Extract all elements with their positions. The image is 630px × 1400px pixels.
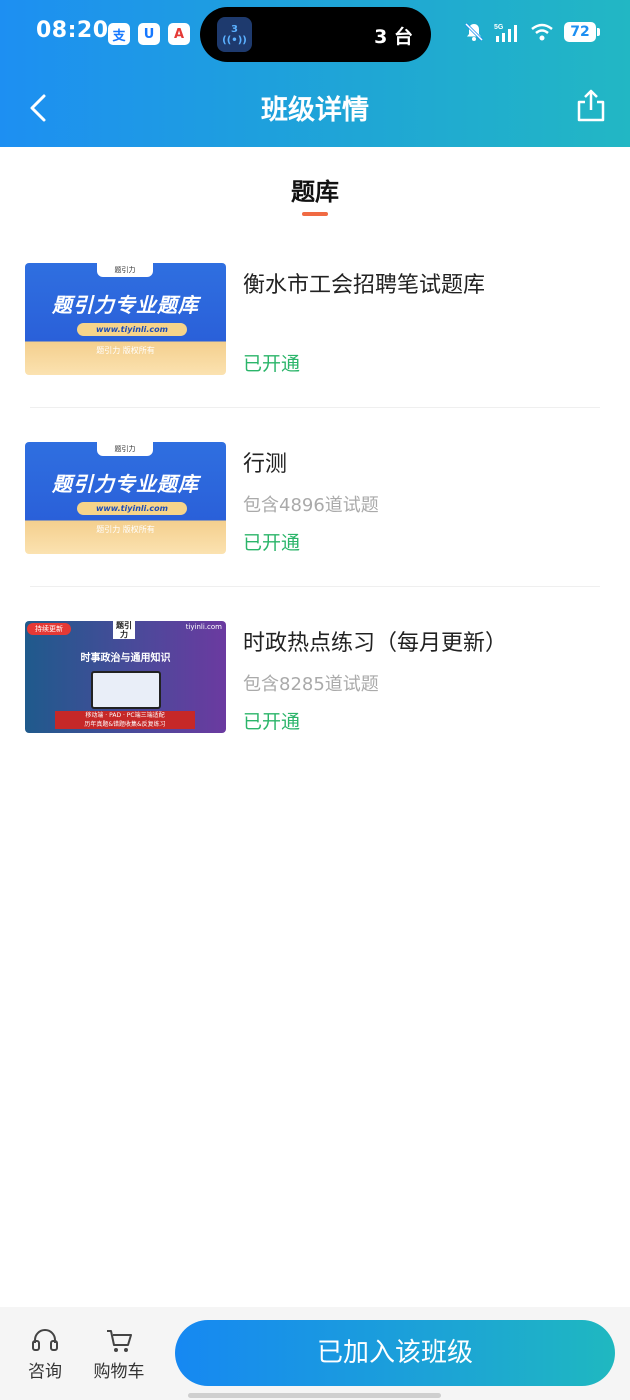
section-title[interactable]: 题库 [0, 172, 630, 207]
list-item[interactable]: 题引力 题引力专业题库 www.tiyinli.com 题引力 版权所有 行测 … [0, 408, 630, 587]
dynamic-island[interactable]: 3 ((•)) 3 台 [200, 7, 431, 62]
item-status: 已开通 [243, 711, 301, 733]
status-time: 08:20 [36, 18, 109, 43]
item-title: 时政热点练习（每月更新） [243, 631, 508, 656]
item-title: 行测 [243, 452, 288, 477]
header: 08:20 支 U A 3 ((•)) 3 台 5G 72 班级详情 [0, 0, 630, 147]
alipay-icon: 支 [108, 23, 130, 45]
share-icon[interactable] [574, 86, 608, 126]
red-app-icon: A [168, 23, 190, 45]
thumb-headline: 时事政治与通用知识 [80, 653, 171, 664]
item-status: 已开通 [243, 532, 301, 554]
item-thumbnail: 题引力 题引力专业题库 www.tiyinli.com 题引力 版权所有 [25, 263, 226, 375]
cart-label: 购物车 [93, 1362, 145, 1382]
cart-button[interactable]: 购物车 [84, 1327, 154, 1382]
page-title: 班级详情 [261, 95, 369, 126]
home-indicator[interactable] [188, 1393, 441, 1398]
thumb-strip-line2: 历年真题&错题收集&反复练习 [84, 721, 166, 728]
consult-label: 咨询 [28, 1362, 62, 1382]
item-thumbnail: 持续更新 题引力 tiyinli.com 时事政治与通用知识 移动端 · PAD… [25, 621, 226, 733]
svg-text:5G: 5G [494, 24, 504, 31]
wifi-icon [531, 23, 553, 41]
thumb-logo: 题引力 [113, 621, 135, 639]
thumb-badge: 题引力 [97, 442, 153, 456]
notification-icons: 支 U A [108, 23, 190, 45]
system-icons: 5G 72 [464, 22, 600, 42]
thumb-url: www.tiyinli.com [77, 323, 187, 336]
item-status: 已开通 [243, 353, 301, 375]
item-question-count: 包含4896道试题 [243, 495, 379, 516]
thumb-tag: 持续更新 [27, 623, 71, 635]
list-item[interactable]: 题引力 题引力专业题库 www.tiyinli.com 题引力 版权所有 衡水市… [0, 229, 630, 408]
broadcast-icon: 3 ((•)) [217, 17, 252, 52]
thumb-headline: 题引力专业题库 [52, 472, 199, 496]
shield-app-icon: U [138, 23, 160, 45]
headset-icon [32, 1329, 58, 1351]
item-title: 衡水市工会招聘笔试题库 [243, 273, 486, 298]
list-item[interactable]: 持续更新 题引力 tiyinli.com 时事政治与通用知识 移动端 · PAD… [0, 587, 630, 766]
thumb-copyright: 题引力 版权所有 [96, 346, 155, 355]
consult-button[interactable]: 咨询 [10, 1327, 80, 1382]
cart-icon [107, 1330, 132, 1352]
island-badge: 3 [231, 23, 238, 35]
question-bank-list: 题引力 题引力专业题库 www.tiyinli.com 题引力 版权所有 衡水市… [0, 229, 630, 766]
thumb-url: www.tiyinli.com [77, 502, 187, 515]
devices-illustration [91, 671, 161, 709]
status-bar: 08:20 支 U A 3 ((•)) 3 台 5G 72 [0, 0, 630, 70]
thumb-copyright: 题引力 版权所有 [96, 525, 155, 534]
island-text: 3 台 [374, 26, 413, 48]
thumb-site: tiyinli.com [185, 623, 222, 631]
thumb-strip: 移动端 · PAD · PC端三端适配 历年真题&错题收集&反复练习 [55, 711, 195, 729]
signal-5g-icon: 5G [494, 24, 517, 42]
joined-class-button[interactable]: 已加入该班级 [175, 1320, 615, 1386]
mute-bell-icon [464, 22, 484, 42]
thumb-badge: 题引力 [97, 263, 153, 277]
thumb-headline: 题引力专业题库 [52, 293, 199, 317]
battery-indicator: 72 [564, 22, 600, 42]
thumb-strip-line1: 移动端 · PAD · PC端三端适配 [85, 712, 165, 719]
bottom-bar: 咨询 购物车 已加入该班级 [0, 1307, 630, 1400]
item-thumbnail: 题引力 题引力专业题库 www.tiyinli.com 题引力 版权所有 [25, 442, 226, 554]
item-question-count: 包含8285道试题 [243, 674, 379, 695]
section-tab-indicator [302, 212, 328, 216]
nav-bar: 班级详情 [0, 70, 630, 147]
